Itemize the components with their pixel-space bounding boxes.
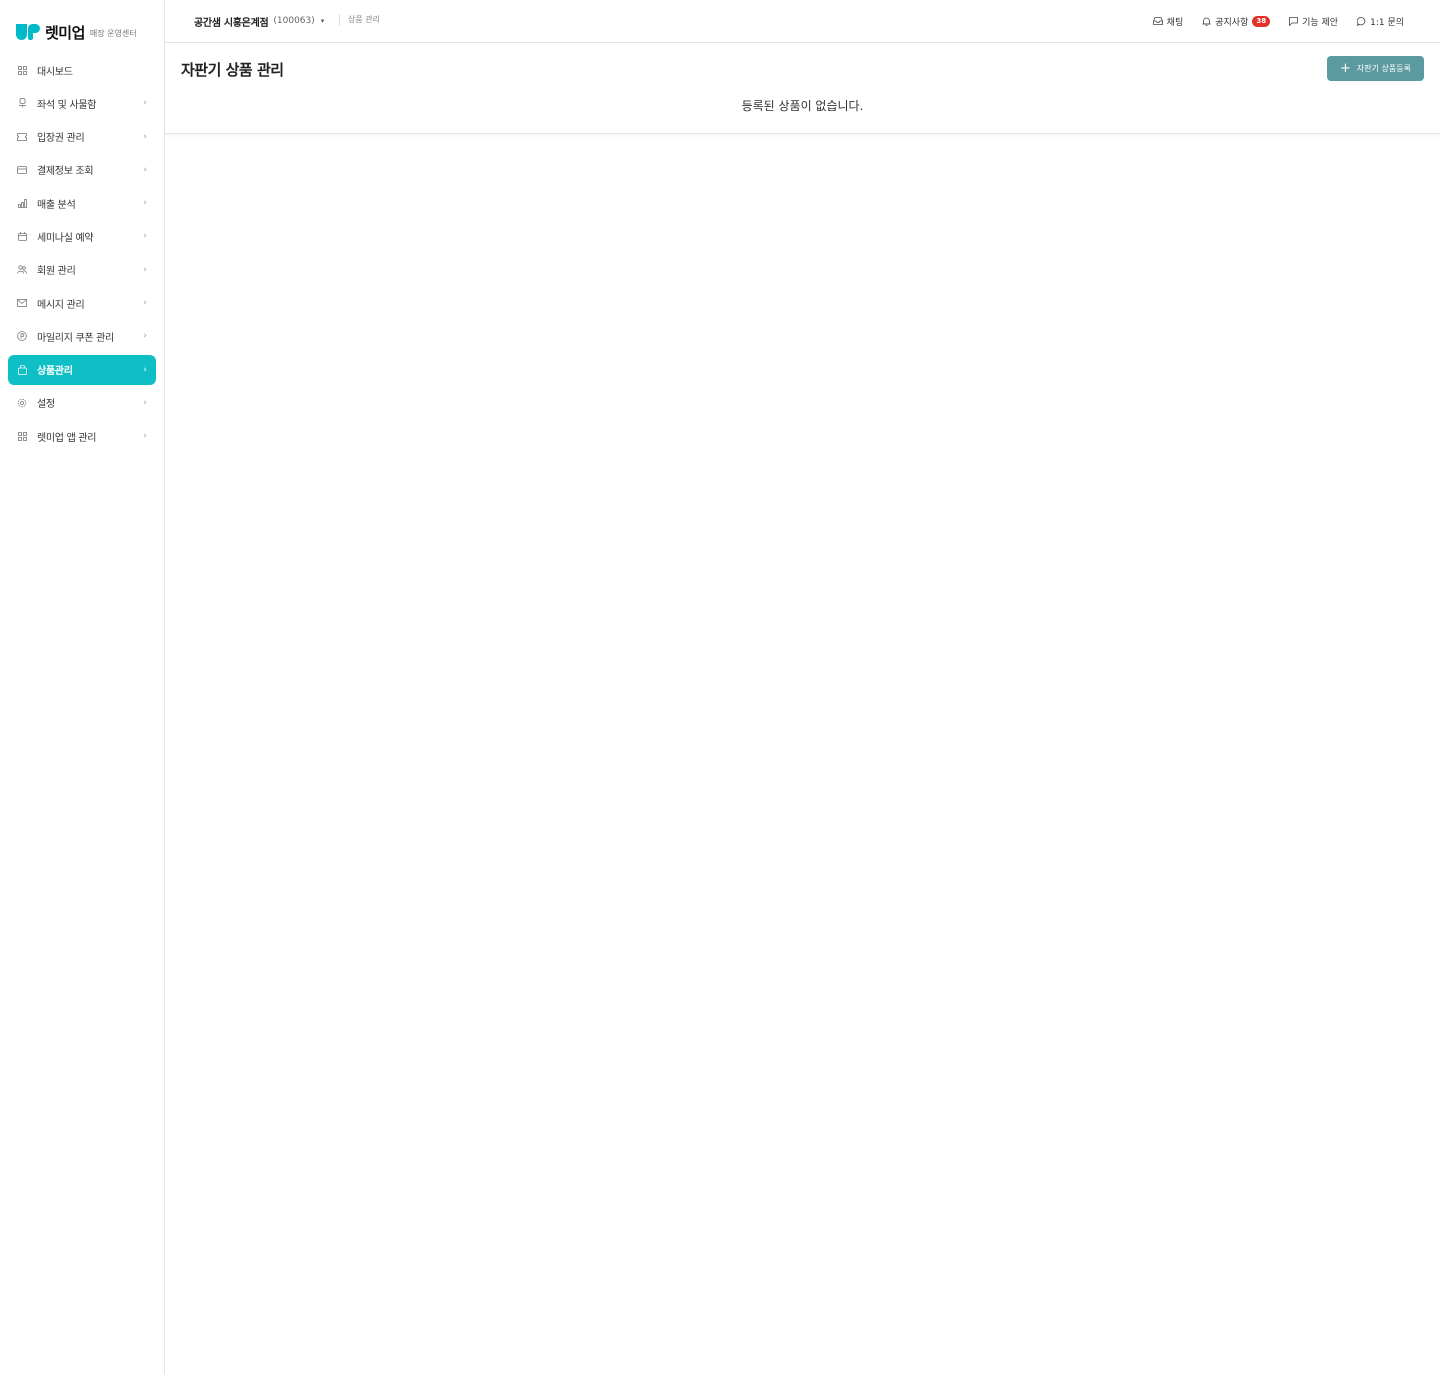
gear-icon — [17, 398, 27, 408]
sidebar-item-label: 메시지 관리 — [37, 299, 85, 311]
chevron-right-icon: › — [143, 131, 147, 142]
breadcrumb-divider — [339, 14, 340, 26]
comment-icon — [1289, 16, 1299, 26]
top-header: 공간샘 시흥은계점 (100063) ▾ 상품 관리 채팅 공지사항 38 기능… — [165, 0, 1440, 43]
header-links: 채팅 공지사항 38 기능 제안 1:1 문의 — [1134, 13, 1404, 29]
plus-icon: + — [1340, 60, 1351, 76]
chevron-right-icon: › — [143, 164, 147, 175]
brand-name: 렛미업 — [45, 23, 85, 42]
chevron-right-icon: › — [143, 331, 147, 342]
chevron-right-icon: › — [143, 98, 147, 109]
sidebar-item-label: 회원 관리 — [37, 266, 76, 278]
calendar-icon — [17, 231, 27, 241]
chart-icon — [17, 198, 27, 208]
sidebar-item-dashboard[interactable]: 대시보드 — [8, 55, 156, 85]
sidebar-item-payments[interactable]: 결제정보 조회 › — [8, 155, 156, 185]
users-icon — [17, 265, 27, 275]
sidebar-item-app[interactable]: 렛미업 앱 관리 › — [8, 421, 156, 451]
store-code: (100063) — [273, 16, 315, 26]
sidebar-item-label: 좌석 및 사물함 — [37, 99, 97, 111]
sidebar-item-label: 매출 분석 — [37, 199, 76, 211]
sidebar-item-settings[interactable]: 설정 › — [8, 388, 156, 418]
card-icon — [17, 165, 27, 175]
suggest-link-label: 기능 제안 — [1302, 17, 1339, 28]
notice-count-badge: 38 — [1252, 15, 1271, 27]
logo-mark-icon — [16, 24, 40, 40]
sidebar-item-messages[interactable]: 메시지 관리 › — [8, 288, 156, 318]
chat-link[interactable]: 채팅 — [1152, 15, 1184, 28]
sidebar-item-label: 대시보드 — [37, 66, 73, 78]
chevron-right-icon: › — [143, 364, 147, 375]
sidebar-item-label: 결제정보 조회 — [37, 166, 94, 178]
inquiry-link-label: 1:1 문의 — [1370, 17, 1404, 28]
sidebar-item-seminar[interactable]: 세미나실 예약 › — [8, 221, 156, 251]
sidebar-item-mileage[interactable]: 마일리지 쿠폰 관리 › — [8, 321, 156, 351]
apps-icon — [17, 431, 27, 441]
mail-icon — [17, 298, 27, 308]
chevron-right-icon: › — [143, 231, 147, 242]
chevron-right-icon: › — [143, 431, 147, 442]
sidebar: 렛미업 매장 운영센터 대시보드 좌석 및 사물함 › 입장권 관리 › 결제정… — [0, 0, 165, 1374]
ticket-icon — [17, 132, 27, 142]
sidebar-item-members[interactable]: 회원 관리 › — [8, 255, 156, 285]
sidebar-item-label: 마일리지 쿠폰 관리 — [37, 332, 114, 344]
breadcrumb: 상품 관리 — [348, 15, 380, 24]
mileage-icon — [17, 331, 27, 342]
sidebar-item-label: 렛미업 앱 관리 — [37, 432, 97, 444]
chevron-right-icon: › — [143, 264, 147, 275]
sidebar-item-seats[interactable]: 좌석 및 사물함 › — [8, 88, 156, 118]
chat-link-label: 채팅 — [1166, 17, 1184, 28]
grid-icon — [17, 65, 27, 75]
chat-bubble-icon — [1357, 16, 1366, 26]
brand-logo[interactable]: 렛미업 매장 운영센터 — [16, 22, 137, 42]
brand-subtitle: 매장 운영센터 — [89, 29, 137, 38]
suggest-link[interactable]: 기능 제안 — [1289, 15, 1338, 28]
product-management-card: 자판기 상품 관리 + 자판기 상품등록 등록된 상품이 없습니다. — [165, 43, 1440, 134]
chevron-right-icon: › — [143, 298, 147, 309]
inbox-icon — [1152, 17, 1163, 25]
notice-link-label: 공지사항 — [1215, 17, 1249, 28]
inquiry-link[interactable]: 1:1 문의 — [1357, 15, 1404, 28]
sidebar-item-label: 입장권 관리 — [37, 133, 85, 145]
sidebar-item-label: 상품관리 — [37, 366, 73, 378]
page-title: 자판기 상품 관리 — [181, 61, 284, 79]
add-vending-product-button[interactable]: + 자판기 상품등록 — [1327, 56, 1424, 81]
bell-icon — [1202, 17, 1211, 26]
store-name: 공간샘 시흥은계점 — [194, 17, 269, 29]
sidebar-item-tickets[interactable]: 입장권 관리 › — [8, 122, 156, 152]
caret-down-icon: ▾ — [320, 17, 325, 25]
add-button-label: 자판기 상품등록 — [1356, 64, 1411, 73]
sidebar-item-label: 세미나실 예약 — [37, 232, 94, 244]
store-selector[interactable]: 공간샘 시흥은계점 (100063) ▾ — [194, 13, 324, 29]
sidebar-item-label: 설정 — [37, 399, 55, 411]
chevron-right-icon: › — [143, 397, 147, 408]
empty-state-message: 등록된 상품이 없습니다. — [741, 99, 864, 113]
seat-icon — [17, 98, 27, 108]
bag-icon — [17, 364, 27, 375]
sidebar-nav: 대시보드 좌석 및 사물함 › 입장권 관리 › 결제정보 조회 › 매출 분석… — [8, 55, 156, 455]
sidebar-item-products[interactable]: 상품관리 › — [8, 354, 156, 385]
sidebar-item-sales[interactable]: 매출 분석 › — [8, 188, 156, 218]
notice-link[interactable]: 공지사항 38 — [1202, 15, 1271, 28]
chevron-right-icon: › — [143, 198, 147, 209]
